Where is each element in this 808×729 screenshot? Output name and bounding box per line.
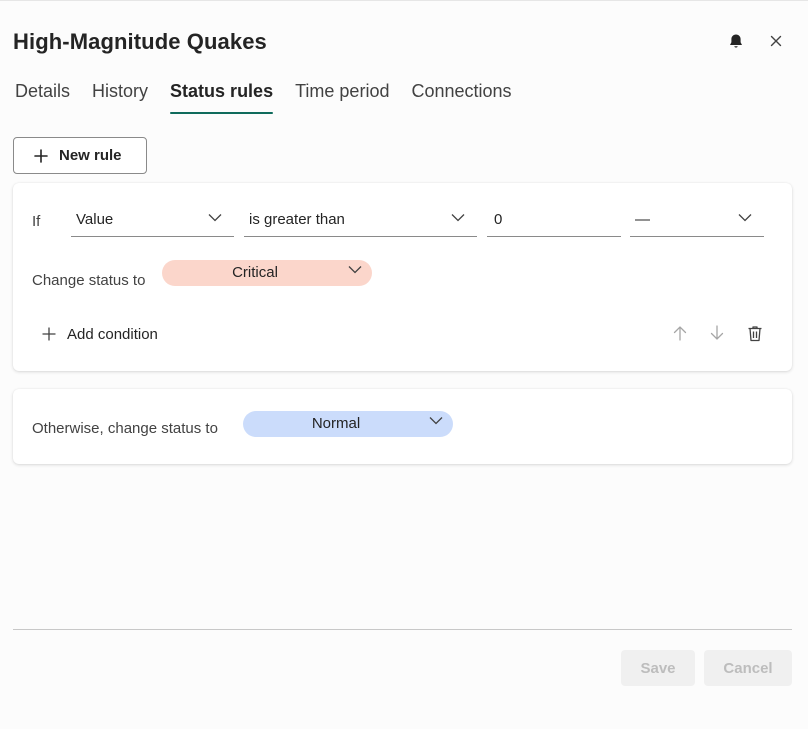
add-condition-button[interactable]: Add condition	[42, 323, 158, 345]
status-rules-panel: High-Magnitude Quakes Details History St…	[0, 0, 808, 729]
operator-value: is greater than	[249, 211, 345, 228]
tab-details[interactable]: Details	[15, 81, 70, 114]
tab-time-period[interactable]: Time period	[295, 81, 389, 114]
add-condition-label: Add condition	[67, 325, 158, 343]
tab-bar: Details History Status rules Time period…	[15, 81, 534, 117]
bell-icon[interactable]	[726, 31, 746, 51]
move-down-icon[interactable]	[706, 322, 728, 344]
change-status-label: Change status to	[32, 272, 146, 289]
move-up-icon[interactable]	[669, 322, 691, 344]
chevron-down-icon	[451, 214, 465, 222]
status-dropdown-critical[interactable]: Critical	[162, 260, 372, 286]
if-label: If	[32, 213, 41, 230]
plus-icon	[34, 148, 48, 163]
cancel-button[interactable]: Cancel	[704, 650, 792, 686]
tab-status-rules[interactable]: Status rules	[170, 81, 274, 114]
chevron-down-icon	[208, 214, 222, 222]
field-dropdown[interactable]: Value	[71, 205, 234, 237]
otherwise-status-value: Normal	[311, 415, 361, 432]
status-dropdown-normal[interactable]: Normal	[243, 411, 453, 437]
chevron-down-icon	[738, 214, 752, 222]
operator-dropdown[interactable]: is greater than	[244, 205, 477, 237]
unit-value: —	[635, 211, 650, 228]
status-value: Critical	[232, 264, 278, 281]
unit-dropdown[interactable]: —	[630, 205, 764, 237]
footer-divider	[13, 629, 792, 630]
threshold-input[interactable]: 0	[487, 205, 621, 237]
close-icon[interactable]	[766, 31, 786, 51]
delete-icon[interactable]	[744, 322, 766, 344]
rule-card: If Value is greater than 0 — Change stat…	[13, 183, 792, 371]
plus-icon	[42, 327, 56, 341]
threshold-value: 0	[494, 211, 503, 228]
page-title: High-Magnitude Quakes	[13, 29, 267, 54]
save-button[interactable]: Save	[621, 650, 695, 686]
new-rule-label: New rule	[59, 147, 122, 164]
tab-history[interactable]: History	[92, 81, 148, 114]
tab-connections[interactable]: Connections	[411, 81, 511, 114]
field-value: Value	[76, 211, 114, 228]
otherwise-label: Otherwise, change status to	[32, 420, 218, 437]
new-rule-button[interactable]: New rule	[13, 137, 147, 174]
otherwise-card: Otherwise, change status to Normal	[13, 389, 792, 464]
chevron-down-icon	[429, 417, 443, 425]
chevron-down-icon	[348, 266, 362, 274]
